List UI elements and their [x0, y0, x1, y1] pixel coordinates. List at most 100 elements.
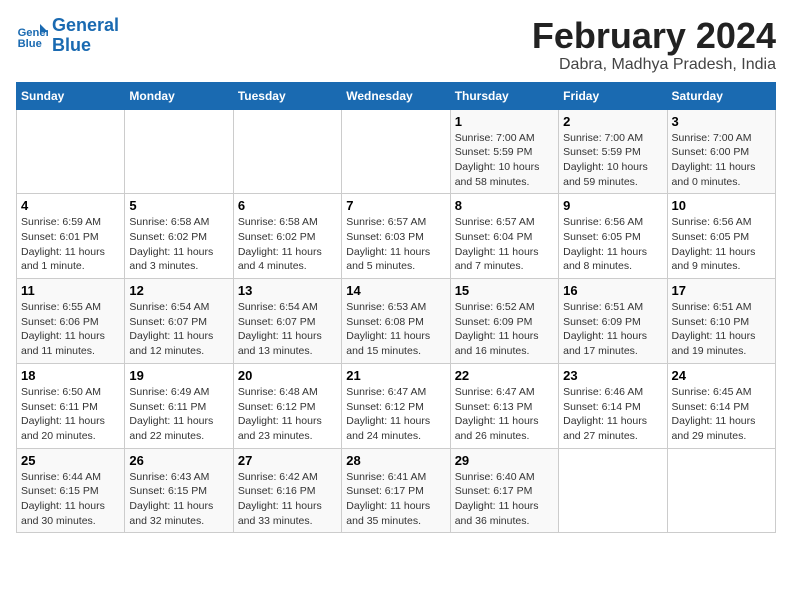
day-info: Sunrise: 6:57 AM Sunset: 6:04 PM Dayligh…	[455, 215, 554, 274]
logo-icon: General Blue	[16, 20, 48, 52]
header: General Blue General Blue February 2024 …	[16, 16, 776, 74]
day-number: 10	[672, 198, 771, 213]
calendar-cell: 21 Sunrise: 6:47 AM Sunset: 6:12 PM Dayli…	[342, 363, 450, 448]
day-number: 11	[21, 283, 120, 298]
calendar-cell: 28Sunrise: 6:41 AM Sunset: 6:17 PM Dayli…	[342, 448, 450, 533]
day-info: Sunrise: 6:47 AM Sunset: 6:12 PM Dayligh…	[346, 385, 445, 444]
day-number: 22	[455, 368, 554, 383]
day-info: Sunrise: 6:49 AM Sunset: 6:11 PM Dayligh…	[129, 385, 228, 444]
calendar-cell: 14 Sunrise: 6:53 AM Sunset: 6:08 PM Dayli…	[342, 279, 450, 364]
day-number: 12	[129, 283, 228, 298]
day-number: 9	[563, 198, 662, 213]
calendar-cell: 17 Sunrise: 6:51 AM Sunset: 6:10 PM Dayli…	[667, 279, 775, 364]
calendar-cell: 27 Sunrise: 6:42 AM Sunset: 6:16 PM Dayli…	[233, 448, 341, 533]
col-header-friday: Friday	[559, 82, 667, 109]
calendar-cell	[17, 109, 125, 194]
week-row-5: 25Sunrise: 6:44 AM Sunset: 6:15 PM Dayli…	[17, 448, 776, 533]
col-header-sunday: Sunday	[17, 82, 125, 109]
day-number: 2	[563, 114, 662, 129]
day-info: Sunrise: 6:56 AM Sunset: 6:05 PM Dayligh…	[672, 215, 771, 274]
day-number: 1	[455, 114, 554, 129]
day-info: Sunrise: 6:54 AM Sunset: 6:07 PM Dayligh…	[238, 300, 337, 359]
calendar-table: SundayMondayTuesdayWednesdayThursdayFrid…	[16, 82, 776, 534]
month-title: February 2024	[532, 16, 776, 56]
calendar-cell: 26 Sunrise: 6:43 AM Sunset: 6:15 PM Dayli…	[125, 448, 233, 533]
calendar-cell: 20Sunrise: 6:48 AM Sunset: 6:12 PM Dayli…	[233, 363, 341, 448]
day-info: Sunrise: 6:51 AM Sunset: 6:09 PM Dayligh…	[563, 300, 662, 359]
logo: General Blue General Blue	[16, 16, 119, 56]
calendar-header-row: SundayMondayTuesdayWednesdayThursdayFrid…	[17, 82, 776, 109]
day-number: 17	[672, 283, 771, 298]
col-header-thursday: Thursday	[450, 82, 558, 109]
day-number: 25	[21, 453, 120, 468]
svg-text:Blue: Blue	[18, 38, 42, 50]
day-number: 26	[129, 453, 228, 468]
day-info: Sunrise: 6:43 AM Sunset: 6:15 PM Dayligh…	[129, 470, 228, 529]
day-info: Sunrise: 6:48 AM Sunset: 6:12 PM Dayligh…	[238, 385, 337, 444]
day-info: Sunrise: 6:50 AM Sunset: 6:11 PM Dayligh…	[21, 385, 120, 444]
calendar-cell: 24Sunrise: 6:45 AM Sunset: 6:14 PM Dayli…	[667, 363, 775, 448]
calendar-cell: 2 Sunrise: 7:00 AM Sunset: 5:59 PM Daylig…	[559, 109, 667, 194]
calendar-cell: 7Sunrise: 6:57 AM Sunset: 6:03 PM Daylig…	[342, 194, 450, 279]
day-number: 21	[346, 368, 445, 383]
calendar-cell: 13 Sunrise: 6:54 AM Sunset: 6:07 PM Dayli…	[233, 279, 341, 364]
col-header-wednesday: Wednesday	[342, 82, 450, 109]
calendar-cell: 12 Sunrise: 6:54 AM Sunset: 6:07 PM Dayli…	[125, 279, 233, 364]
day-number: 5	[129, 198, 228, 213]
day-info: Sunrise: 7:00 AM Sunset: 6:00 PM Dayligh…	[672, 131, 771, 190]
day-number: 8	[455, 198, 554, 213]
location-subtitle: Dabra, Madhya Pradesh, India	[532, 56, 776, 74]
calendar-cell	[559, 448, 667, 533]
day-info: Sunrise: 6:54 AM Sunset: 6:07 PM Dayligh…	[129, 300, 228, 359]
calendar-cell: 25Sunrise: 6:44 AM Sunset: 6:15 PM Dayli…	[17, 448, 125, 533]
calendar-cell: 23 Sunrise: 6:46 AM Sunset: 6:14 PM Dayli…	[559, 363, 667, 448]
day-info: Sunrise: 6:46 AM Sunset: 6:14 PM Dayligh…	[563, 385, 662, 444]
calendar-cell: 5Sunrise: 6:58 AM Sunset: 6:02 PM Daylig…	[125, 194, 233, 279]
day-info: Sunrise: 7:00 AM Sunset: 5:59 PM Dayligh…	[455, 131, 554, 190]
calendar-cell: 1 Sunrise: 7:00 AM Sunset: 5:59 PM Daylig…	[450, 109, 558, 194]
day-number: 29	[455, 453, 554, 468]
day-info: Sunrise: 6:42 AM Sunset: 6:16 PM Dayligh…	[238, 470, 337, 529]
calendar-cell	[667, 448, 775, 533]
logo-blue: Blue	[52, 36, 119, 56]
day-number: 13	[238, 283, 337, 298]
day-number: 14	[346, 283, 445, 298]
calendar-cell	[342, 109, 450, 194]
col-header-tuesday: Tuesday	[233, 82, 341, 109]
calendar-cell: 4 Sunrise: 6:59 AM Sunset: 6:01 PM Daylig…	[17, 194, 125, 279]
day-number: 18	[21, 368, 120, 383]
week-row-3: 11Sunrise: 6:55 AM Sunset: 6:06 PM Dayli…	[17, 279, 776, 364]
day-info: Sunrise: 6:51 AM Sunset: 6:10 PM Dayligh…	[672, 300, 771, 359]
week-row-4: 18 Sunrise: 6:50 AM Sunset: 6:11 PM Dayli…	[17, 363, 776, 448]
day-number: 24	[672, 368, 771, 383]
calendar-cell: 15Sunrise: 6:52 AM Sunset: 6:09 PM Dayli…	[450, 279, 558, 364]
calendar-cell: 19 Sunrise: 6:49 AM Sunset: 6:11 PM Dayli…	[125, 363, 233, 448]
day-info: Sunrise: 6:59 AM Sunset: 6:01 PM Dayligh…	[21, 215, 120, 274]
calendar-cell: 9 Sunrise: 6:56 AM Sunset: 6:05 PM Daylig…	[559, 194, 667, 279]
day-number: 4	[21, 198, 120, 213]
calendar-cell: 3 Sunrise: 7:00 AM Sunset: 6:00 PM Daylig…	[667, 109, 775, 194]
calendar-cell	[233, 109, 341, 194]
logo-general: General	[52, 16, 119, 36]
calendar-cell: 22 Sunrise: 6:47 AM Sunset: 6:13 PM Dayli…	[450, 363, 558, 448]
calendar-cell: 10 Sunrise: 6:56 AM Sunset: 6:05 PM Dayli…	[667, 194, 775, 279]
title-area: February 2024 Dabra, Madhya Pradesh, Ind…	[532, 16, 776, 74]
day-number: 19	[129, 368, 228, 383]
calendar-cell: 18 Sunrise: 6:50 AM Sunset: 6:11 PM Dayli…	[17, 363, 125, 448]
day-info: Sunrise: 6:41 AM Sunset: 6:17 PM Dayligh…	[346, 470, 445, 529]
calendar-cell: 6 Sunrise: 6:58 AM Sunset: 6:02 PM Daylig…	[233, 194, 341, 279]
calendar-cell: 16Sunrise: 6:51 AM Sunset: 6:09 PM Dayli…	[559, 279, 667, 364]
week-row-2: 4 Sunrise: 6:59 AM Sunset: 6:01 PM Daylig…	[17, 194, 776, 279]
day-info: Sunrise: 6:58 AM Sunset: 6:02 PM Dayligh…	[238, 215, 337, 274]
day-number: 6	[238, 198, 337, 213]
day-number: 3	[672, 114, 771, 129]
day-info: Sunrise: 6:57 AM Sunset: 6:03 PM Dayligh…	[346, 215, 445, 274]
day-info: Sunrise: 6:56 AM Sunset: 6:05 PM Dayligh…	[563, 215, 662, 274]
day-number: 15	[455, 283, 554, 298]
col-header-monday: Monday	[125, 82, 233, 109]
day-number: 27	[238, 453, 337, 468]
day-info: Sunrise: 6:47 AM Sunset: 6:13 PM Dayligh…	[455, 385, 554, 444]
day-info: Sunrise: 7:00 AM Sunset: 5:59 PM Dayligh…	[563, 131, 662, 190]
day-info: Sunrise: 6:53 AM Sunset: 6:08 PM Dayligh…	[346, 300, 445, 359]
day-number: 23	[563, 368, 662, 383]
